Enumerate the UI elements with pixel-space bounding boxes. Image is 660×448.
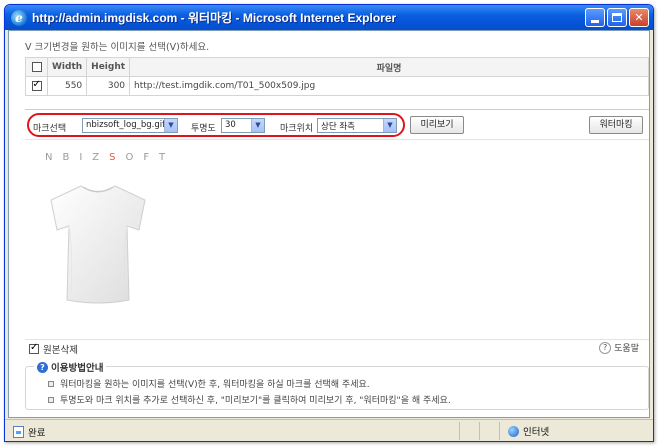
opacity-select[interactable]: 30 ▼ xyxy=(221,118,265,133)
status-bar: 완료 인터넷 xyxy=(5,419,653,441)
column-header-filename: 파일명 xyxy=(129,57,649,77)
mark-select-value: nbizsoft_log_bg.gif xyxy=(86,120,166,130)
usage-guide: ? 이용방법안내 워터마킹을 원하는 이미지를 선택(V)한 후, 워터마킹을 … xyxy=(25,360,649,410)
cell-filename: http://test.imgdik.com/T01_500x509.jpg xyxy=(129,76,649,96)
cell-width: 550 xyxy=(46,76,88,96)
help-link[interactable]: ? 도움말 xyxy=(599,341,639,354)
window-controls: ✕ xyxy=(585,8,649,27)
minimize-icon xyxy=(591,20,599,23)
select-all-checkbox[interactable] xyxy=(31,61,42,72)
mark-select[interactable]: nbizsoft_log_bg.gif ▼ xyxy=(82,118,178,133)
logo-text-part: S xyxy=(109,152,126,163)
column-header-height: Height xyxy=(86,57,131,77)
mark-select-label: 마크선택 xyxy=(33,124,67,134)
title-bar[interactable]: e http://admin.imgdisk.com - 워터마킹 - Micr… xyxy=(5,5,653,30)
file-table: Width Height 파일명 550 300 http://test.img… xyxy=(25,57,649,96)
guide-title: ? 이용방법안내 xyxy=(34,360,107,374)
select-all-header[interactable] xyxy=(25,57,48,77)
mark-position-select[interactable]: 상단 좌측 ▼ xyxy=(317,118,397,133)
status-text: 완료 xyxy=(28,428,46,439)
maximize-icon xyxy=(612,13,622,22)
status-left: 완료 xyxy=(13,425,45,439)
bullet-icon xyxy=(48,380,54,387)
guide-item: 투명도와 마크 위치를 추가로 선택하신 후, "미리보기"를 클릭하여 미리보… xyxy=(48,393,451,406)
delete-original-label: 원본삭제 xyxy=(43,345,78,356)
bullet-icon xyxy=(48,396,54,403)
opacity-select-value: 30 xyxy=(225,120,236,130)
table-header-row: Width Height 파일명 xyxy=(25,57,649,77)
page-icon xyxy=(13,426,24,438)
page-content: V 크기변경을 원하는 이미지를 선택(V)하세요. Width Height … xyxy=(8,30,650,418)
table-row[interactable]: 550 300 http://test.imgdik.com/T01_500x5… xyxy=(25,76,649,96)
ie-icon: e xyxy=(11,9,27,26)
maximize-button[interactable] xyxy=(607,8,627,27)
guide-item: 워터마킹을 원하는 이미지를 선택(V)한 후, 워터마킹을 하실 마크를 선택… xyxy=(48,377,370,390)
window-title: http://admin.imgdisk.com - 워터마킹 - Micros… xyxy=(32,11,397,25)
globe-icon xyxy=(508,425,519,437)
row-checkbox[interactable] xyxy=(31,79,42,91)
mark-position-value: 상단 좌측 xyxy=(321,122,355,132)
close-button[interactable]: ✕ xyxy=(629,8,649,27)
chevron-down-icon: ▼ xyxy=(383,119,396,132)
options-divider xyxy=(25,339,649,340)
zone-text: 인터넷 xyxy=(523,427,550,438)
tshirt-image xyxy=(50,185,146,304)
watermark-toolbar: 마크선택 nbizsoft_log_bg.gif ▼ 투명도 30 ▼ 마크위치… xyxy=(27,113,647,139)
info-icon: ? xyxy=(37,361,48,373)
ie-window: e http://admin.imgdisk.com - 워터마킹 - Micr… xyxy=(4,4,654,442)
logo-text-part: OFT xyxy=(125,152,176,163)
minimize-button[interactable] xyxy=(585,8,605,27)
close-icon: ✕ xyxy=(634,11,644,24)
guide-item-text: 투명도와 마크 위치를 추가로 선택하신 후, "미리보기"를 클릭하여 미리보… xyxy=(60,396,451,406)
chevron-down-icon: ▼ xyxy=(164,119,177,132)
guide-item-text: 워터마킹을 원하는 이미지를 선택(V)한 후, 워터마킹을 하실 마크를 선택… xyxy=(60,380,370,390)
logo-text-part: NBIZ xyxy=(45,152,110,163)
watermark-button[interactable]: 워터마킹 xyxy=(589,116,643,134)
status-cells: 인터넷 xyxy=(459,422,653,440)
mark-position-label: 마크위치 xyxy=(280,124,314,134)
select-hint: V 크기변경을 원하는 이미지를 선택(V)하세요. xyxy=(25,42,210,53)
watermark-logo: NBIZSOFT xyxy=(45,152,175,163)
preview-area: NBIZSOFT xyxy=(25,139,649,329)
toolbar-divider xyxy=(25,109,649,110)
guide-title-text: 이용방법안내 xyxy=(51,363,104,374)
security-zone[interactable]: 인터넷 xyxy=(499,422,653,440)
help-label: 도움말 xyxy=(614,344,639,354)
preview-button[interactable]: 미리보기 xyxy=(410,116,464,134)
column-header-width: Width xyxy=(46,57,88,77)
status-cell xyxy=(459,422,479,440)
status-cell xyxy=(479,422,499,440)
delete-original-checkbox[interactable] xyxy=(29,342,39,354)
chevron-down-icon: ▼ xyxy=(251,119,264,132)
delete-original-option[interactable]: 원본삭제 xyxy=(29,342,78,356)
row-select-cell[interactable] xyxy=(25,76,48,96)
cell-height: 300 xyxy=(86,76,131,96)
opacity-label: 투명도 xyxy=(191,124,216,134)
question-icon: ? xyxy=(599,341,612,354)
